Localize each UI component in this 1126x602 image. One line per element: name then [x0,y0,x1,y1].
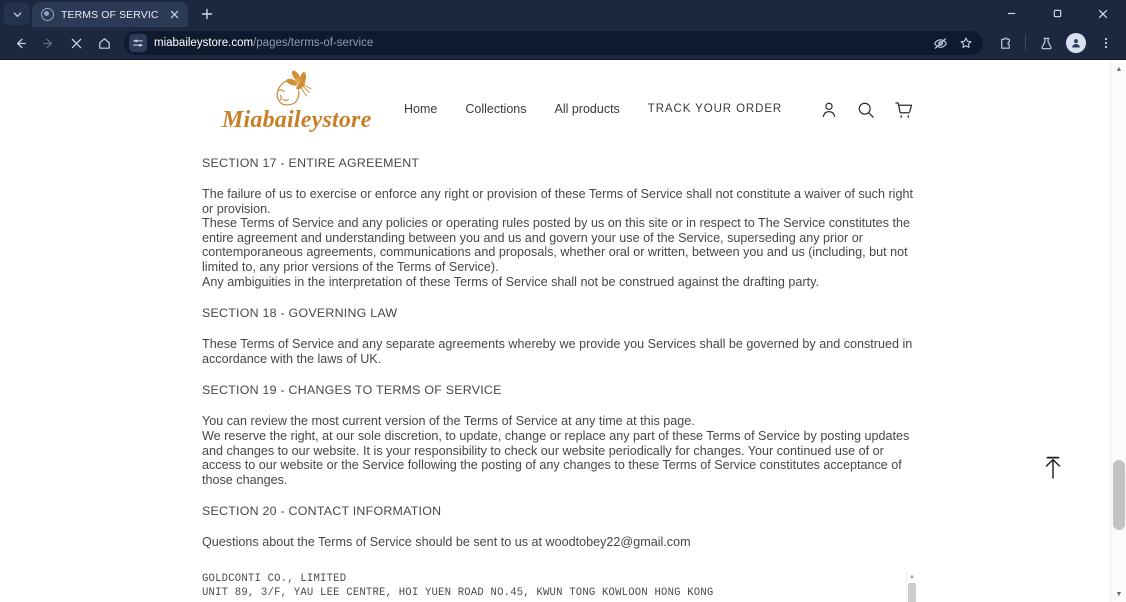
back-arrow-icon [16,38,26,48]
page-viewport: Miabaileystore Home Collections All prod… [0,61,1126,602]
maximize-button[interactable] [1034,0,1080,27]
toolbar-divider [1025,35,1026,51]
sliders-glyph [133,39,143,47]
kebab-menu-icon [1104,37,1108,49]
paragraph-line: Any ambiguities in the interpretation of… [202,274,819,289]
omnibox-actions [928,32,978,54]
search-glyph [858,102,874,118]
back-to-top-button[interactable] [1038,453,1068,483]
nav-item-home[interactable]: Home [404,102,437,116]
scroll-down-arrow[interactable]: ▼ [1111,586,1126,602]
inner-scroll-thumb[interactable] [908,582,916,602]
nav-item-all-products[interactable]: All products [554,102,619,116]
tab-search-button[interactable] [4,3,30,25]
site-header: Miabaileystore Home Collections All prod… [0,61,1110,156]
section-heading-17: SECTION 17 - ENTIRE AGREEMENT [202,156,420,170]
nav-item-track-your-order[interactable]: TRACK YOUR ORDER [648,103,782,115]
section-heading-19: SECTION 19 - CHANGES TO TERMS OF SERVICE [202,383,502,398]
company-address-text: GOLDCONTI CO., LIMITED UNIT 89, 3/F, YAU… [202,572,714,599]
section-body-20: Questions about the Terms of Service sho… [202,535,918,550]
scroll-up-arrow[interactable]: ▲ [1111,61,1126,77]
site-favicon [41,8,54,21]
toolbar-right-actions [991,29,1120,57]
site-logo[interactable]: Miabaileystore [222,66,372,133]
forward-arrow-icon [42,38,52,48]
window-controls [988,0,1126,27]
person-icon [1072,39,1080,48]
url-text: miabaileystore.com/pages/terms-of-servic… [154,37,921,49]
forward-button[interactable] [34,29,62,57]
section-heading-18: SECTION 18 - GOVERNING LAW [202,306,398,321]
page-scrollbar[interactable]: ▲ ▼ [1110,61,1126,602]
inner-scrollbar[interactable]: ▲ [906,571,916,602]
profile-avatar[interactable] [1066,33,1086,53]
nav-item-collections[interactable]: Collections [465,102,526,116]
address-bar[interactable]: miabaileystore.com/pages/terms-of-servic… [124,31,983,55]
maximize-icon [1053,9,1061,18]
paragraph-line: Questions about the Terms of Service sho… [202,535,691,550]
minimize-icon [1007,12,1015,15]
star-glyph [960,37,972,48]
paragraph-line: You can review the most current version … [202,414,695,429]
close-window-button[interactable] [1080,0,1126,27]
new-tab-button[interactable] [194,3,220,25]
tab-title: TERMS OF SERVICE [61,8,159,21]
extensions-glyph [1000,37,1010,49]
inner-scroll-up-arrow[interactable]: ▲ [907,572,916,582]
paragraph-line: These Terms of Service and any separate … [202,337,913,366]
labs-flask-icon[interactable] [1032,29,1060,57]
home-button[interactable] [90,29,118,57]
company-address-block: GOLDCONTI CO., LIMITED UNIT 89, 3/F, YAU… [202,571,916,602]
account-glyph [822,102,836,117]
stop-icon [71,38,81,48]
chevron-down-icon [13,11,21,17]
search-icon[interactable] [856,100,876,120]
section-body-17: The failure of us to exercise or enforce… [202,187,918,289]
main-navigation: Home Collections All products TRACK YOUR… [404,102,782,116]
scroll-thumb[interactable] [1113,460,1125,530]
paragraph-line: The failure of us to exercise or enforce… [202,187,913,216]
site-settings-icon[interactable] [129,34,147,52]
section-body-18: These Terms of Service and any separate … [202,337,918,366]
flask-glyph [1040,37,1052,49]
web-page: Miabaileystore Home Collections All prod… [0,61,1110,602]
cart-glyph [895,102,913,118]
url-domain: miabaileystore.com [154,37,254,49]
close-glyph [170,10,178,19]
browser-menu-button[interactable] [1092,29,1120,57]
logo-wordmark: Miabaileystore [222,107,372,133]
back-button[interactable] [6,29,34,57]
cart-icon[interactable] [893,99,914,120]
browser-tab[interactable]: TERMS OF SERVICE [32,2,188,27]
woman-face-flower-logo-mark [276,70,312,106]
tracking-protection-icon[interactable] [928,32,952,54]
section-body-19: You can review the most current version … [202,414,918,487]
extensions-icon[interactable] [991,29,1019,57]
back-to-top-arrow-icon [1045,456,1061,479]
eye-slash-glyph [933,37,947,49]
section-heading-20: SECTION 20 - CONTACT INFORMATION [202,504,442,519]
paragraph-line: We reserve the right, at our sole discre… [202,428,910,487]
tab-strip: TERMS OF SERVICE [0,0,1126,27]
close-window-icon [1098,9,1108,18]
browser-toolbar: miabaileystore.com/pages/terms-of-servic… [0,27,1126,60]
home-icon [98,37,110,49]
stop-loading-button[interactable] [62,29,90,57]
terms-content: SECTION 17 - ENTIRE AGREEMENT The failur… [0,156,1110,602]
url-path: /pages/terms-of-service [253,37,374,49]
close-icon[interactable] [166,7,182,23]
header-icon-group [819,99,914,120]
bookmark-star-icon[interactable] [954,32,978,54]
paragraph-line: These Terms of Service and any policies … [202,216,910,274]
plus-icon [201,8,213,20]
account-icon[interactable] [819,100,839,120]
minimize-button[interactable] [988,0,1034,27]
browser-window: TERMS OF SERVICE miabaileystore.com/page… [0,0,1126,602]
